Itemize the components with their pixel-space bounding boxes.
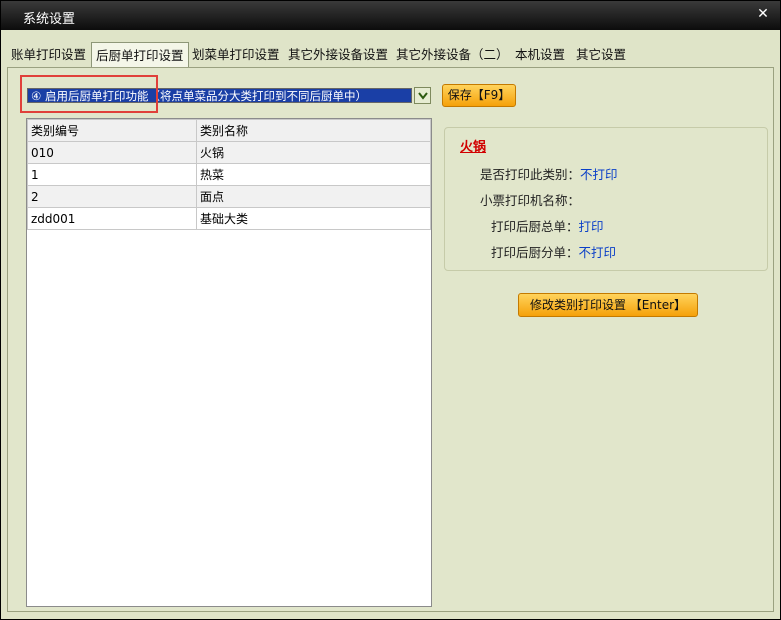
title-bar: 系统设置 ✕	[1, 1, 780, 30]
category-name-cell: 火锅	[196, 141, 431, 164]
category-code-cell: zdd001	[27, 207, 197, 230]
print-split-row: 打印后厨分单：不打印	[491, 242, 616, 261]
tab-dish-marking-print[interactable]: 划菜单打印设置	[192, 44, 280, 66]
column-header-category-name[interactable]: 类别名称	[196, 119, 431, 142]
print-total-value: 打印	[578, 219, 604, 234]
chevron-down-icon[interactable]	[414, 87, 431, 104]
print-category-row: 是否打印此类别：不打印	[480, 164, 618, 183]
tab-local-settings[interactable]: 本机设置	[515, 44, 565, 66]
table-row[interactable]: 2 面点	[27, 185, 431, 208]
column-header-category-code[interactable]: 类别编号	[27, 119, 197, 142]
category-name-cell: 基础大类	[196, 207, 431, 230]
tab-other-settings[interactable]: 其它设置	[576, 44, 626, 66]
category-name-cell: 热菜	[196, 163, 431, 186]
category-code-cell: 2	[27, 185, 197, 208]
window-title: 系统设置	[23, 12, 76, 27]
category-code-cell: 1	[27, 163, 197, 186]
tab-external-devices-2[interactable]: 其它外接设备（二）	[396, 44, 509, 66]
kitchen-print-mode-select[interactable]: ④ 启用后厨单打印功能（将点单菜品分大类打印到不同后厨单中）	[27, 88, 412, 103]
print-total-label: 打印后厨总单：	[491, 219, 579, 234]
category-table: 类别编号 类别名称 010 火锅 1 热菜 2 面点 zdd001 基础大类	[26, 118, 432, 607]
print-category-label: 是否打印此类别：	[480, 167, 581, 182]
print-split-label: 打印后厨分单：	[491, 245, 579, 260]
settings-window: 系统设置 ✕ 账单打印设置 后厨单打印设置 划菜单打印设置 其它外接设备设置 其…	[0, 0, 781, 620]
detail-title: 火锅	[460, 140, 487, 155]
table-row[interactable]: 1 热菜	[27, 163, 431, 186]
print-split-value: 不打印	[578, 245, 617, 260]
table-row[interactable]: zdd001 基础大类	[27, 207, 431, 230]
print-category-value: 不打印	[580, 167, 618, 182]
close-icon[interactable]: ✕	[756, 7, 770, 21]
edit-category-print-button[interactable]: 修改类别打印设置 【Enter】	[518, 293, 698, 317]
save-button[interactable]: 保存【F9】	[442, 84, 516, 107]
table-row[interactable]: 010 火锅	[27, 141, 431, 164]
printer-name-row: 小票打印机名称：	[480, 190, 580, 209]
printer-name-label: 小票打印机名称：	[480, 193, 581, 208]
tab-kitchen-print[interactable]: 后厨单打印设置	[91, 42, 189, 67]
category-name-cell: 面点	[196, 185, 431, 208]
category-code-cell: 010	[27, 141, 197, 164]
print-total-row: 打印后厨总单：打印	[491, 216, 604, 235]
tab-bill-print[interactable]: 账单打印设置	[11, 44, 86, 66]
tab-external-devices[interactable]: 其它外接设备设置	[288, 44, 388, 66]
